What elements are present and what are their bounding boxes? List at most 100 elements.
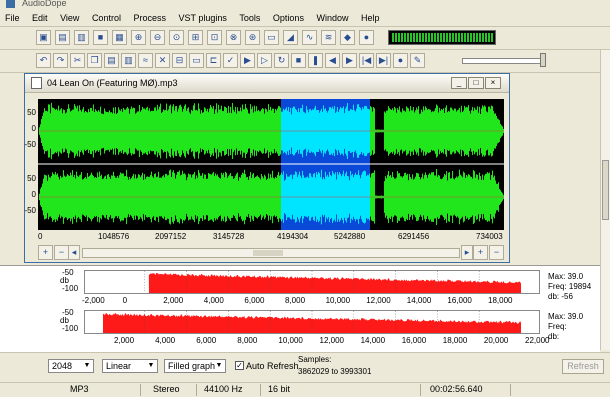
stop-icon[interactable]: ■ bbox=[291, 53, 306, 68]
pause-icon[interactable]: ❚ bbox=[308, 53, 323, 68]
scroll-right-icon[interactable]: ▸ bbox=[461, 245, 473, 260]
menu-edit[interactable]: Edit bbox=[27, 11, 53, 26]
waveform-display[interactable] bbox=[38, 99, 504, 230]
stop-record-icon[interactable]: ■ bbox=[93, 30, 108, 45]
play-icon[interactable]: ▶ bbox=[240, 53, 255, 68]
level-meter-segment bbox=[398, 33, 400, 42]
spectrum-tick: -100 bbox=[62, 284, 79, 293]
spectrum-icon[interactable]: ◢ bbox=[283, 30, 298, 45]
scroll-left-icon[interactable]: ◂ bbox=[68, 245, 80, 260]
zoom-out-vertical-icon[interactable]: − bbox=[489, 245, 504, 260]
zoom-in-icon[interactable]: ⊕ bbox=[131, 30, 146, 45]
crop-icon[interactable]: ⊟ bbox=[172, 53, 187, 68]
scroll-thumb[interactable] bbox=[253, 250, 283, 256]
menu-process[interactable]: Process bbox=[128, 11, 171, 26]
spectrum-tick: -50 bbox=[62, 268, 74, 277]
fft-size-value: 2048 bbox=[52, 361, 73, 371]
trim-icon[interactable]: ⊏ bbox=[206, 53, 221, 68]
screen-icon[interactable]: ▭ bbox=[264, 30, 279, 45]
spectrum-fill bbox=[148, 273, 521, 293]
menu-window[interactable]: Window bbox=[311, 11, 353, 26]
status-separator bbox=[420, 384, 421, 396]
mic-icon[interactable]: ✎ bbox=[410, 53, 425, 68]
redo-icon[interactable]: ↷ bbox=[53, 53, 68, 68]
level-meter-segment bbox=[404, 33, 406, 42]
zoom-fit-icon[interactable]: ⊞ bbox=[188, 30, 203, 45]
zoom-out-horizontal-icon[interactable]: − bbox=[54, 245, 69, 260]
close-button[interactable]: × bbox=[485, 77, 501, 89]
spectrum-graph-left[interactable] bbox=[84, 270, 540, 294]
open-icon[interactable]: ▤ bbox=[55, 30, 70, 45]
delete-icon[interactable]: ✕ bbox=[155, 53, 170, 68]
zoom-back-icon[interactable]: ⊗ bbox=[226, 30, 241, 45]
status-separator bbox=[510, 384, 511, 396]
paste-icon[interactable]: ▤ bbox=[104, 53, 119, 68]
vertical-scroll-thumb[interactable] bbox=[602, 160, 609, 220]
edit-toolbar: ↶ ↷ ✂ ❐ ▤ ▥ ≈ ✕ ⊟ ▭ ⊏ ✓ ▶ ▷ ↻ ■ ❚ ◀ ▶ |◀ ▶| ● ✎ bbox=[0, 50, 610, 73]
menu-options[interactable]: Options bbox=[268, 11, 309, 26]
maximize-button[interactable]: □ bbox=[468, 77, 484, 89]
document-icon bbox=[31, 77, 42, 89]
level-meter-segment bbox=[452, 33, 454, 42]
fft-size-select[interactable]: 2048 ▼ bbox=[48, 359, 94, 373]
refresh-button[interactable]: Refresh bbox=[562, 359, 604, 374]
paste-new-icon[interactable]: ▥ bbox=[121, 53, 136, 68]
mix-icon[interactable]: ≈ bbox=[138, 53, 153, 68]
play-selection-icon[interactable]: ▷ bbox=[257, 53, 272, 68]
menu-vst-plugins[interactable]: VST plugins bbox=[174, 11, 232, 26]
spectrum-graph-right[interactable] bbox=[84, 310, 540, 334]
zoom-out-icon[interactable]: ⊖ bbox=[150, 30, 165, 45]
level-meter-segment bbox=[437, 33, 439, 42]
zoom-selection-icon[interactable]: ⊙ bbox=[169, 30, 184, 45]
rewind-icon[interactable]: ◀ bbox=[325, 53, 340, 68]
level-meter-segment bbox=[422, 33, 424, 42]
samples-label: Samples: bbox=[298, 355, 332, 364]
undo-icon[interactable]: ↶ bbox=[36, 53, 51, 68]
chevron-down-icon: ▼ bbox=[215, 362, 223, 369]
auto-refresh-checkbox[interactable]: ✓ bbox=[235, 361, 244, 370]
menu-file[interactable]: File bbox=[0, 11, 25, 26]
new-icon[interactable]: ▣ bbox=[36, 30, 51, 45]
spectrum-info-right: Max: 39.0 Freq: db: bbox=[548, 312, 583, 342]
spectrum-x-label: 12,000 bbox=[319, 336, 344, 345]
save-as-icon[interactable]: ▦ bbox=[112, 30, 127, 45]
vertical-scrollbar[interactable] bbox=[600, 50, 610, 350]
graph-type-select[interactable]: Filled graph ▼ bbox=[164, 359, 226, 373]
desktop-area bbox=[0, 397, 610, 420]
waveform-icon[interactable]: ∿ bbox=[302, 30, 317, 45]
level-meter-segment bbox=[425, 33, 427, 42]
scale-select[interactable]: Linear ▼ bbox=[102, 359, 158, 373]
level-meter-segment bbox=[407, 33, 409, 42]
forward-icon[interactable]: ▶ bbox=[342, 53, 357, 68]
menu-control[interactable]: Control bbox=[87, 11, 126, 26]
copy-icon[interactable]: ❐ bbox=[87, 53, 102, 68]
eq-icon[interactable]: ≋ bbox=[321, 30, 336, 45]
level-meter-segment bbox=[470, 33, 472, 42]
level-meter-segment bbox=[449, 33, 451, 42]
playback-slider-track[interactable] bbox=[462, 58, 546, 64]
info-icon[interactable]: ● bbox=[359, 30, 374, 45]
save-icon[interactable]: ▥ bbox=[74, 30, 89, 45]
minimize-button[interactable]: _ bbox=[451, 77, 467, 89]
spectrum-tick: -100 bbox=[62, 324, 79, 333]
menu-view[interactable]: View bbox=[55, 11, 84, 26]
silence-icon[interactable]: ▭ bbox=[189, 53, 204, 68]
menu-help[interactable]: Help bbox=[356, 11, 385, 26]
cut-icon[interactable]: ✂ bbox=[70, 53, 85, 68]
x-label: 0 bbox=[38, 232, 43, 241]
playback-slider-thumb[interactable] bbox=[540, 53, 546, 67]
zoom-all-icon[interactable]: ⊛ bbox=[245, 30, 260, 45]
to-start-icon[interactable]: |◀ bbox=[359, 53, 374, 68]
effect-icon[interactable]: ◆ bbox=[340, 30, 355, 45]
spectrum-x-label: 4,000 bbox=[155, 336, 176, 345]
level-meter-segment bbox=[455, 33, 457, 42]
zoom-in-vertical-icon[interactable]: + bbox=[473, 245, 488, 260]
zoom-vertical-icon[interactable]: ⊡ bbox=[207, 30, 222, 45]
horizontal-scrollbar[interactable] bbox=[82, 248, 460, 258]
loop-icon[interactable]: ↻ bbox=[274, 53, 289, 68]
menu-tools[interactable]: Tools bbox=[234, 11, 265, 26]
to-end-icon[interactable]: ▶| bbox=[376, 53, 391, 68]
marker-icon[interactable]: ✓ bbox=[223, 53, 238, 68]
record-icon[interactable]: ● bbox=[393, 53, 408, 68]
zoom-in-horizontal-icon[interactable]: + bbox=[38, 245, 53, 260]
